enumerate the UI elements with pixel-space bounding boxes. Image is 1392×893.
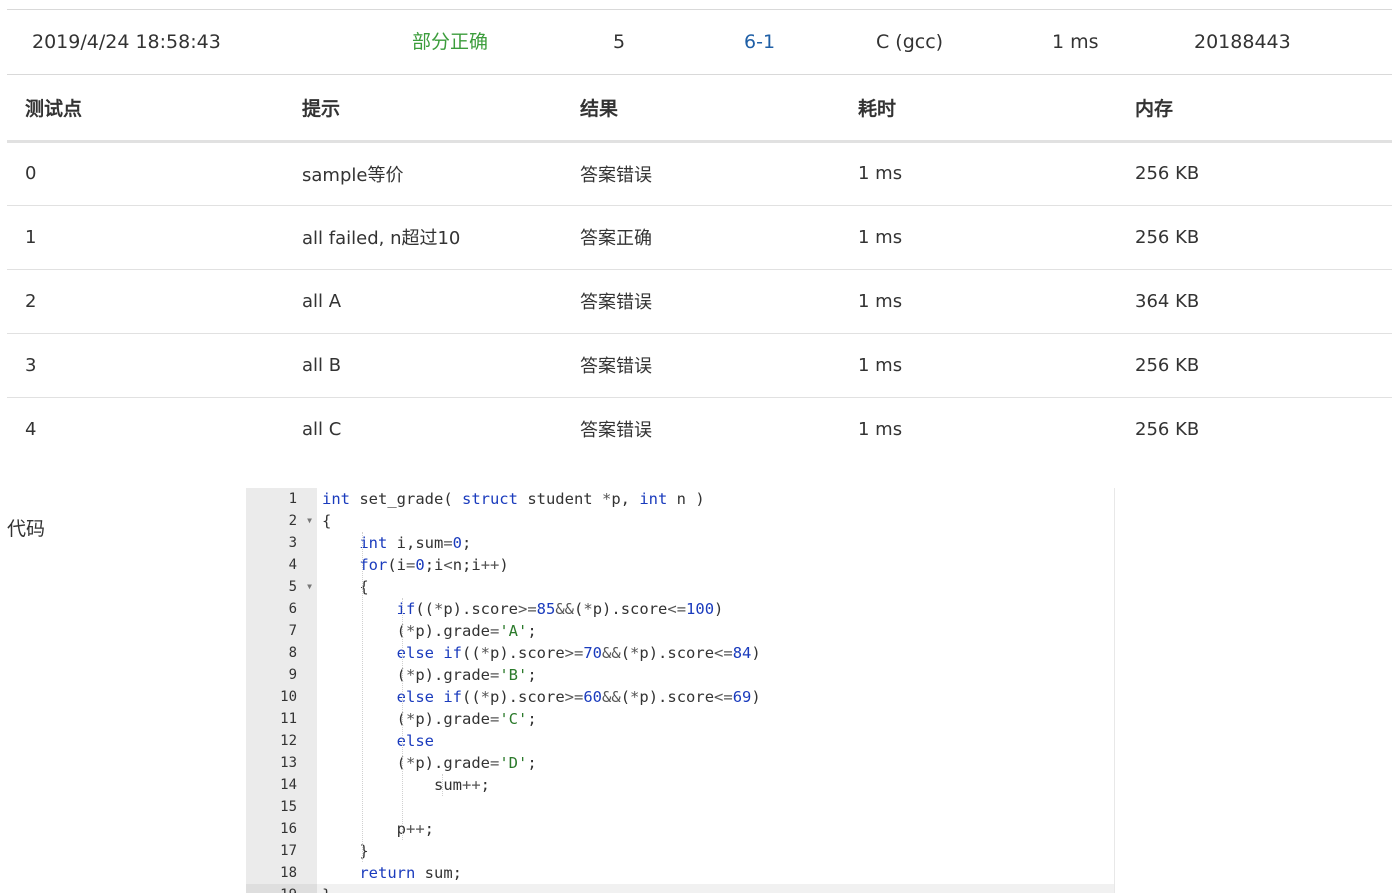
line-number: 17 bbox=[280, 843, 297, 859]
line-number: 11 bbox=[280, 711, 297, 727]
case-hint: all A bbox=[284, 269, 562, 334]
header-hint: 提示 bbox=[284, 75, 562, 143]
table-row: 1 all failed, n超过10 答案正确 1 ms 256 KB bbox=[7, 205, 1392, 270]
submission-user: 20188443 bbox=[1194, 31, 1291, 53]
problem-link[interactable]: 6-1 bbox=[744, 10, 775, 74]
case-time: 1 ms bbox=[840, 205, 1117, 270]
case-time: 1 ms bbox=[840, 141, 1117, 206]
line-number: 8 bbox=[288, 645, 297, 661]
code-line[interactable]: (*p).grade='B'; bbox=[322, 664, 537, 686]
line-number: 1 bbox=[288, 491, 297, 507]
case-memory: 256 KB bbox=[1117, 141, 1392, 206]
submission-status: 部分正确 bbox=[412, 31, 489, 53]
code-line[interactable]: int i,sum=0; bbox=[322, 532, 471, 554]
table-header-row: 测试点 提示 结果 耗时 内存 bbox=[7, 75, 1392, 143]
case-hint: all B bbox=[284, 333, 562, 398]
case-result: 答案正确 bbox=[562, 205, 840, 270]
line-number: 2 ▼ bbox=[246, 510, 317, 532]
table-row: 2 all A 答案错误 1 ms 364 KB bbox=[7, 269, 1392, 334]
code-line[interactable]: return sum; bbox=[322, 862, 462, 884]
code-line[interactable]: for(i=0;i<n;i++) bbox=[322, 554, 508, 576]
code-line[interactable]: p++; bbox=[322, 818, 434, 840]
submission-summary-row: 2019/4/24 18:58:43 部分正确 5 6-1 C (gcc) 1 … bbox=[7, 10, 1392, 75]
case-memory: 256 KB bbox=[1117, 205, 1392, 270]
case-hint: all C bbox=[302, 418, 342, 440]
code-line[interactable]: (*p).grade='C'; bbox=[322, 708, 537, 730]
table-row: 3 all B 答案错误 1 ms 256 KB bbox=[7, 333, 1392, 398]
case-memory: 256 KB bbox=[1135, 418, 1200, 440]
submission-time: 2019/4/24 18:58:43 bbox=[32, 31, 221, 53]
case-id: 0 bbox=[7, 141, 284, 206]
code-line[interactable]: } bbox=[322, 884, 331, 893]
indent-guide bbox=[402, 598, 404, 840]
line-number: 6 bbox=[288, 601, 297, 617]
code-line[interactable]: else if((*p).score>=60&&(*p).score<=69) bbox=[322, 686, 761, 708]
case-id: 2 bbox=[7, 269, 284, 334]
code-line[interactable]: { bbox=[322, 510, 331, 532]
code-line[interactable]: (*p).grade='D'; bbox=[322, 752, 537, 774]
line-number: 5 ▼ bbox=[246, 576, 317, 598]
case-memory: 364 KB bbox=[1117, 269, 1392, 334]
submission-score: 5 bbox=[613, 31, 626, 53]
case-time: 1 ms bbox=[858, 418, 903, 440]
test-cases-table: 测试点 提示 结果 耗时 内存 0 sample等价 答案错误 1 ms 256… bbox=[7, 75, 1392, 461]
code-line[interactable]: int set_grade( struct student *p, int n … bbox=[322, 488, 705, 510]
case-id: 1 bbox=[7, 205, 284, 270]
case-result: 答案错误 bbox=[562, 269, 840, 334]
submission-language: C (gcc) bbox=[876, 31, 944, 53]
line-number: 16 bbox=[280, 821, 297, 837]
line-number: 12 bbox=[280, 733, 297, 749]
line-number: 15 bbox=[280, 799, 297, 815]
header-time: 耗时 bbox=[840, 75, 1117, 143]
line-number: 4 bbox=[288, 557, 297, 573]
table-row: 4 all C 答案错误 1 ms 256 KB bbox=[7, 397, 1392, 461]
line-number: 9 bbox=[288, 667, 297, 683]
case-time: 1 ms bbox=[840, 269, 1117, 334]
table-row: 0 sample等价 答案错误 1 ms 256 KB bbox=[7, 141, 1392, 206]
chevron-down-icon[interactable]: ▼ bbox=[307, 510, 312, 532]
line-number: 18 bbox=[280, 865, 297, 881]
case-id: 3 bbox=[7, 333, 284, 398]
case-memory: 256 KB bbox=[1117, 333, 1392, 398]
line-number: 7 bbox=[288, 623, 297, 639]
header-result: 结果 bbox=[562, 75, 840, 143]
active-line-highlight bbox=[246, 884, 1114, 893]
header-memory: 内存 bbox=[1117, 75, 1392, 143]
case-id: 4 bbox=[25, 418, 37, 440]
line-number: 19 bbox=[246, 884, 317, 893]
print-margin bbox=[1114, 488, 1115, 893]
line-number: 10 bbox=[280, 689, 297, 705]
case-result: 答案错误 bbox=[580, 420, 652, 442]
chevron-down-icon[interactable]: ▼ bbox=[307, 576, 312, 598]
indent-guide bbox=[442, 774, 444, 796]
case-result: 答案错误 bbox=[562, 333, 840, 398]
case-time: 1 ms bbox=[840, 333, 1117, 398]
case-hint: sample等价 bbox=[284, 141, 562, 206]
line-number: 14 bbox=[280, 777, 297, 793]
code-line[interactable]: sum++; bbox=[322, 774, 490, 796]
case-result: 答案错误 bbox=[562, 141, 840, 206]
code-line[interactable]: if((*p).score>=85&&(*p).score<=100) bbox=[322, 598, 724, 620]
code-line[interactable]: else if((*p).score>=70&&(*p).score<=84) bbox=[322, 642, 761, 664]
line-number: 3 bbox=[288, 535, 297, 551]
code-section-label: 代码 bbox=[7, 518, 46, 540]
indent-guide bbox=[362, 532, 364, 862]
code-line[interactable]: else bbox=[322, 730, 434, 752]
line-number: 13 bbox=[280, 755, 297, 771]
code-editor[interactable]: 1 2▼ 3 4 5▼ 6 7 8 9 10 11 12 13 14 15 16 17 18 19 int set_… bbox=[246, 488, 1115, 893]
case-hint: all failed, n超过10 bbox=[284, 205, 562, 270]
header-case: 测试点 bbox=[7, 75, 284, 143]
submission-duration: 1 ms bbox=[1052, 31, 1099, 53]
code-line[interactable]: (*p).grade='A'; bbox=[322, 620, 537, 642]
